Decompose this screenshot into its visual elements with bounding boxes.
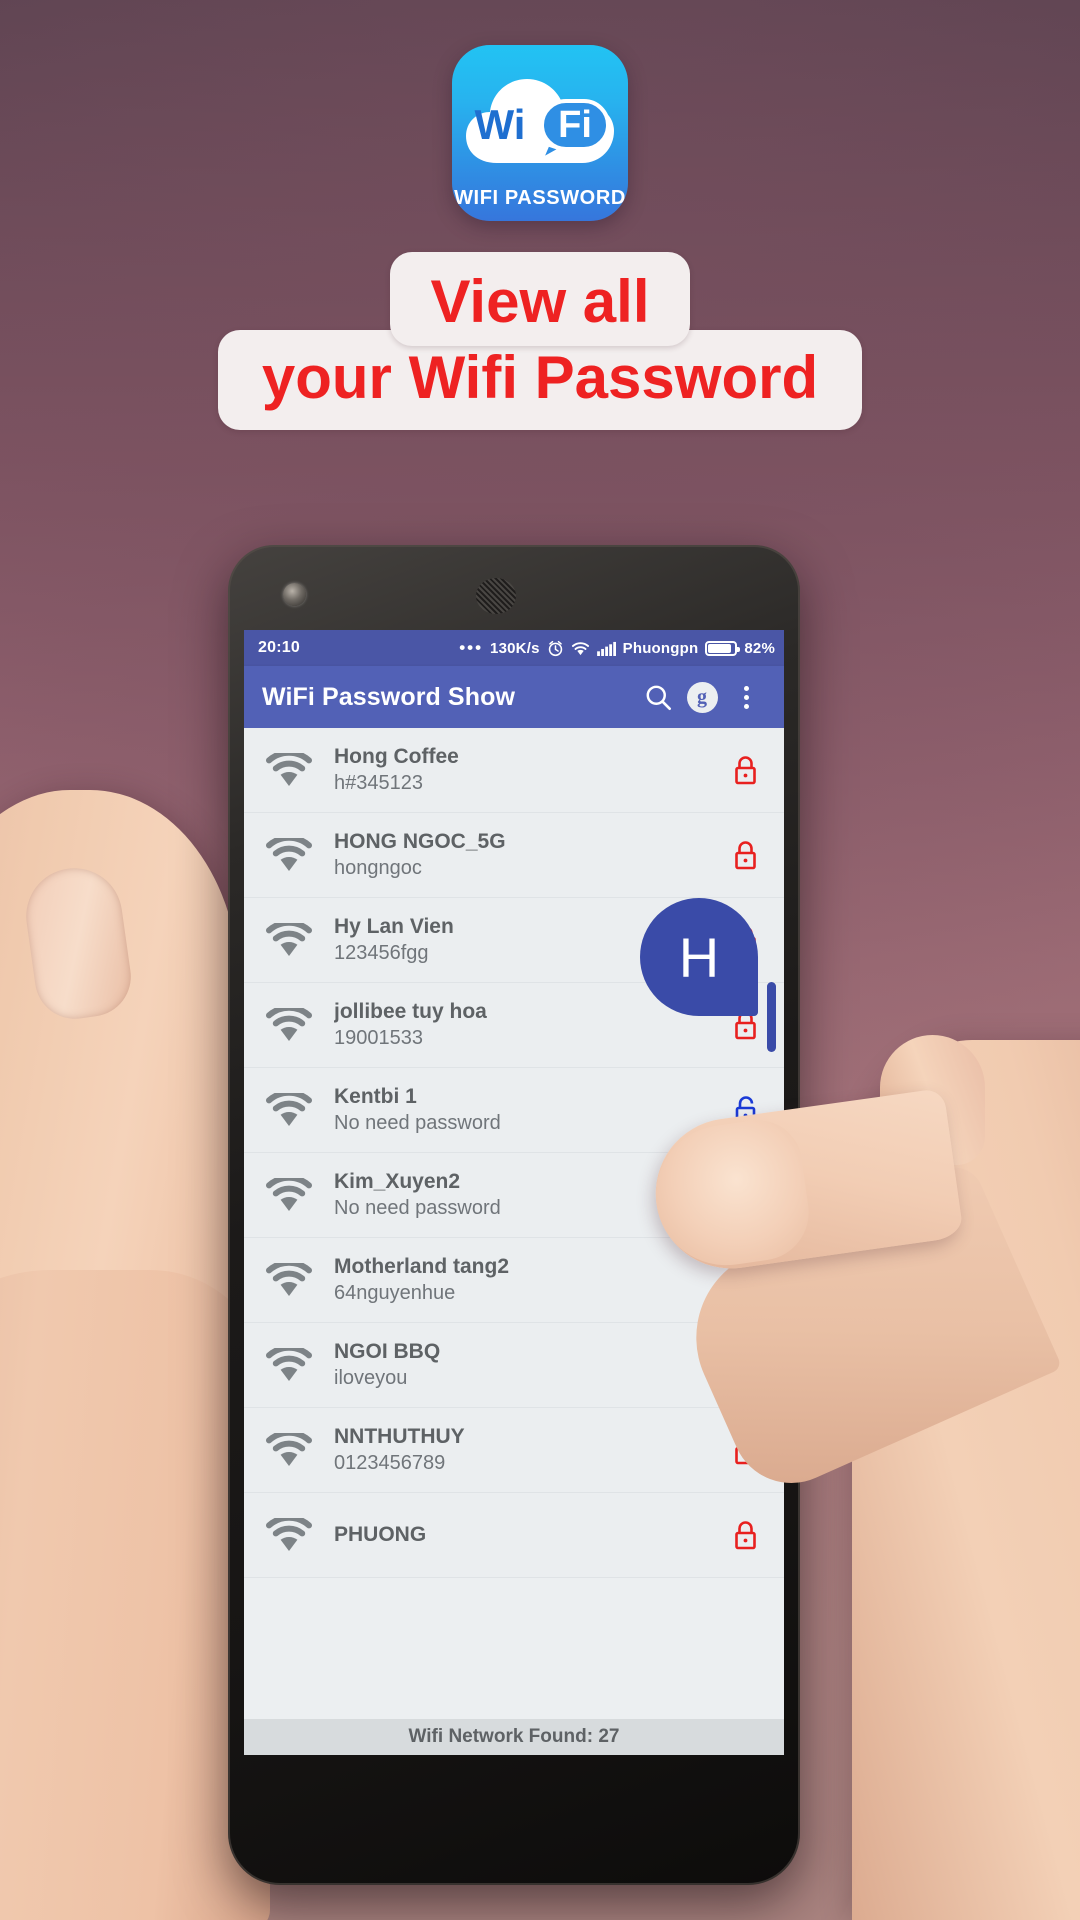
lock-icon [726,755,766,785]
status-time: 20:10 [258,639,300,656]
signal-bars-icon [596,641,616,656]
wifi-signal-icon [266,1178,324,1212]
network-password: h#345123 [334,772,423,795]
search-button[interactable] [636,675,680,719]
phone-top-bezel [228,545,800,630]
thumbnail [20,862,136,1024]
overflow-menu-icon [743,685,749,709]
wifi-signal-icon [266,1518,324,1552]
lock-icon [726,840,766,870]
status-battery-percent: 82% [744,639,775,657]
network-ssid: HONG NGOC_5G [334,829,506,853]
network-ssid: Hong Coffee [334,744,459,768]
network-ssid: Kentbi 1 [334,1084,417,1108]
wifi-signal-icon [266,1263,324,1297]
status-bar: 20:10 ••• 130K/s Phuongpn 82% [244,630,784,666]
wifi-signal-icon [266,753,324,787]
network-text: jollibee tuy hoa 19001533 [324,999,726,1051]
network-ssid: NNTHUTHUY [334,1424,465,1448]
network-text: Hong Coffee h#345123 [324,744,726,796]
network-password: iloveyou [334,1367,408,1390]
lock-icon [726,1520,766,1550]
scrollbar-thumb[interactable] [767,982,776,1052]
status-more-dots-icon: ••• [459,637,484,657]
wifi-cloud-logo-icon: Wi Fi [464,71,616,165]
wifi-signal-icon [266,1093,324,1127]
table-row[interactable]: Hong Coffee h#345123 [244,728,784,813]
network-count-footer: Wifi Network Found: 27 [244,1719,784,1755]
network-password: 64nguyenhue [334,1282,456,1305]
headline-line-1: View all [390,252,690,346]
promo-headline: View all your Wifi Password [0,252,1080,430]
wifi-signal-icon [266,1433,324,1467]
battery-icon [705,640,741,656]
wifi-signal-icon [266,923,324,957]
network-text: Kentbi 1 No need password [324,1084,726,1136]
table-row[interactable]: HONG NGOC_5G hongngoc [244,813,784,898]
network-text: PHUONG [324,1522,726,1548]
alarm-clock-icon [547,640,564,657]
wifi-signal-icon [266,838,324,872]
wifi-signal-icon [266,1008,324,1042]
overflow-menu-button[interactable] [724,675,768,719]
network-text: HONG NGOC_5G hongngoc [324,829,726,881]
fastscroll-index-bubble: H [640,898,758,1016]
app-title: WiFi Password Show [262,682,515,711]
phone-bottom-bezel [228,1757,800,1885]
network-ssid: PHUONG [334,1522,427,1546]
earpiece-speaker-icon [476,578,516,614]
network-password: hongngoc [334,857,422,880]
gplus-letter: g [697,685,707,708]
network-text: Motherland tang2 64nguyenhue [324,1254,726,1306]
search-icon [644,683,673,712]
front-camera-icon [283,583,306,606]
network-text: NGOI BBQ iloveyou [324,1339,726,1391]
network-ssid: Motherland tang2 [334,1254,510,1278]
status-network-speed: 130K/s [490,639,540,657]
battery-fill [708,643,732,653]
google-plus-button[interactable]: g [680,675,724,719]
fastscroll-letter: H [678,925,720,989]
network-password: 19001533 [334,1027,423,1050]
app-icon: Wi Fi WIFI PASSWORD [452,45,628,221]
status-carrier: Phuongpn [622,639,699,657]
wifi-icon [571,641,590,656]
google-plus-icon: g [686,681,718,713]
icon-fi-text: Fi [558,104,592,146]
network-ssid: NGOI BBQ [334,1339,441,1363]
icon-wi-text: Wi [475,101,526,148]
promo-screenshot: Wi Fi WIFI PASSWORD View all your Wifi P… [0,0,1080,1920]
table-row[interactable]: PHUONG [244,1493,784,1578]
network-text: NNTHUTHUY 0123456789 [324,1424,726,1476]
table-row[interactable]: NNTHUTHUY 0123456789 [244,1408,784,1493]
network-password: 0123456789 [334,1452,446,1475]
app-icon-caption: WIFI PASSWORD [454,187,626,209]
network-password: No need password [334,1112,501,1135]
app-bar: WiFi Password Show g [244,666,784,728]
wifi-signal-icon [266,1348,324,1382]
